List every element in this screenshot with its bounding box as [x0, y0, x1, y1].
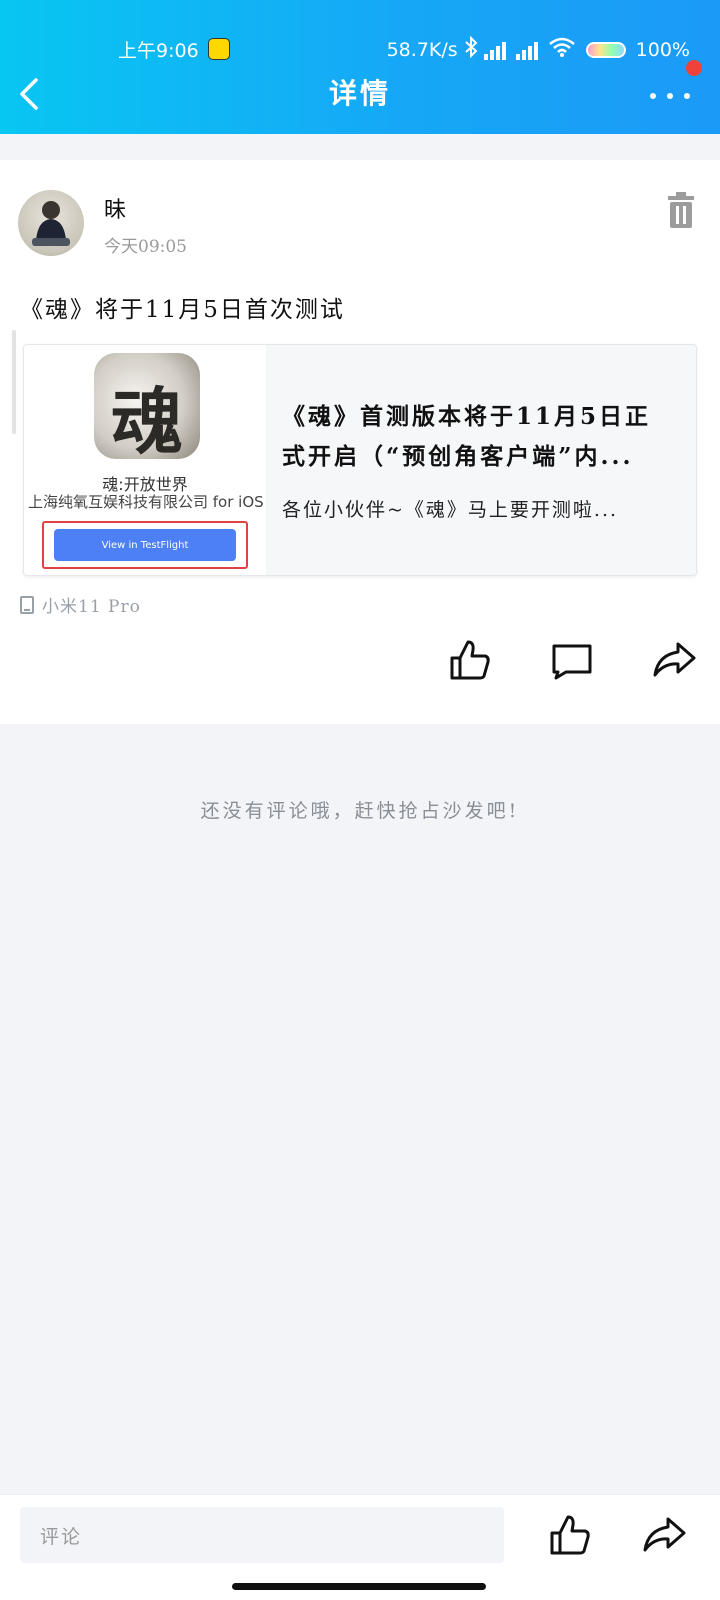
bottom-share-button[interactable] [642, 1513, 686, 1557]
more-options-button[interactable] [642, 72, 698, 116]
status-indicators: 58.7K/s 100% [386, 35, 690, 63]
link-preview-card[interactable]: 魂 魂:开放世界 上海纯氧互娱科技有限公司 for iOS View in Te… [23, 344, 697, 576]
share-arrow-icon [653, 642, 696, 677]
username[interactable]: 昧 [104, 192, 126, 224]
wifi-icon [548, 36, 576, 63]
more-dots-icon [650, 93, 656, 99]
thumbs-up-icon [450, 640, 490, 680]
post-card: 昧 今天09:05 《魂》将于11月5日首次测试 魂 魂:开放世界 上海纯氧互娱… [0, 160, 720, 724]
link-description: 各位小伙伴~《魂》马上要开测啦... [282, 499, 619, 521]
battery-percent: 100% [635, 38, 690, 61]
device-name: 小米11 Pro [42, 597, 141, 617]
status-time: 上午9:06 [118, 40, 199, 62]
page-title: 详情 [328, 77, 391, 110]
thumbnail-developer: 上海纯氧互娱科技有限公司 for iOS [28, 493, 264, 511]
link-title: 《魂》首测版本将于11月5日正式开启（“预创角客户端”内... [282, 403, 652, 470]
bottom-like-button[interactable] [548, 1513, 592, 1557]
more-dot [667, 93, 673, 99]
battery-icon [585, 41, 626, 58]
empty-comments-text: 还没有评论哦，赶快抢占沙发吧! [200, 800, 520, 822]
testflight-button: View in TestFlight [54, 529, 236, 561]
post-timestamp: 今天09:05 [104, 237, 187, 257]
status-bar: 上午9:06 58.7K/s 100% [0, 30, 720, 66]
cellular-signal-icon [483, 40, 510, 60]
app-icon: 魂 [94, 353, 200, 459]
share-button[interactable] [652, 638, 696, 682]
bottom-bar: 评论 [0, 1494, 720, 1600]
post-text: 《魂》将于11月5日首次测试 [20, 297, 345, 323]
phone-icon [20, 595, 34, 614]
comment-icon [552, 644, 592, 680]
app-badge-icon [208, 38, 230, 60]
highlight-frame: View in TestFlight [42, 521, 248, 569]
cellular-signal-2-icon [515, 40, 542, 60]
net-speed: 58.7K/s [386, 38, 458, 61]
avatar[interactable] [18, 190, 84, 256]
scrollbar[interactable] [12, 330, 16, 434]
link-thumbnail: 魂 魂:开放世界 上海纯氧互娱科技有限公司 for iOS View in Te… [24, 345, 266, 575]
delete-button[interactable] [666, 192, 696, 228]
comment-button[interactable] [550, 638, 594, 682]
person-icon [32, 201, 70, 246]
trash-icon [668, 192, 694, 228]
share-arrow-icon [643, 1517, 686, 1552]
device-info: 小米11 Pro [20, 592, 141, 617]
nav-bar: 详情 [0, 60, 720, 134]
header: 上午9:06 58.7K/s 100% 详情 [0, 0, 720, 134]
more-dot [684, 93, 690, 99]
bluetooth-icon [464, 35, 478, 63]
notification-badge [686, 60, 702, 76]
app-icon-glyph: 魂 [110, 379, 183, 459]
like-button[interactable] [448, 638, 492, 682]
thumbs-up-icon [550, 1515, 590, 1555]
comment-input[interactable]: 评论 [20, 1507, 504, 1563]
home-indicator[interactable] [232, 1583, 486, 1590]
